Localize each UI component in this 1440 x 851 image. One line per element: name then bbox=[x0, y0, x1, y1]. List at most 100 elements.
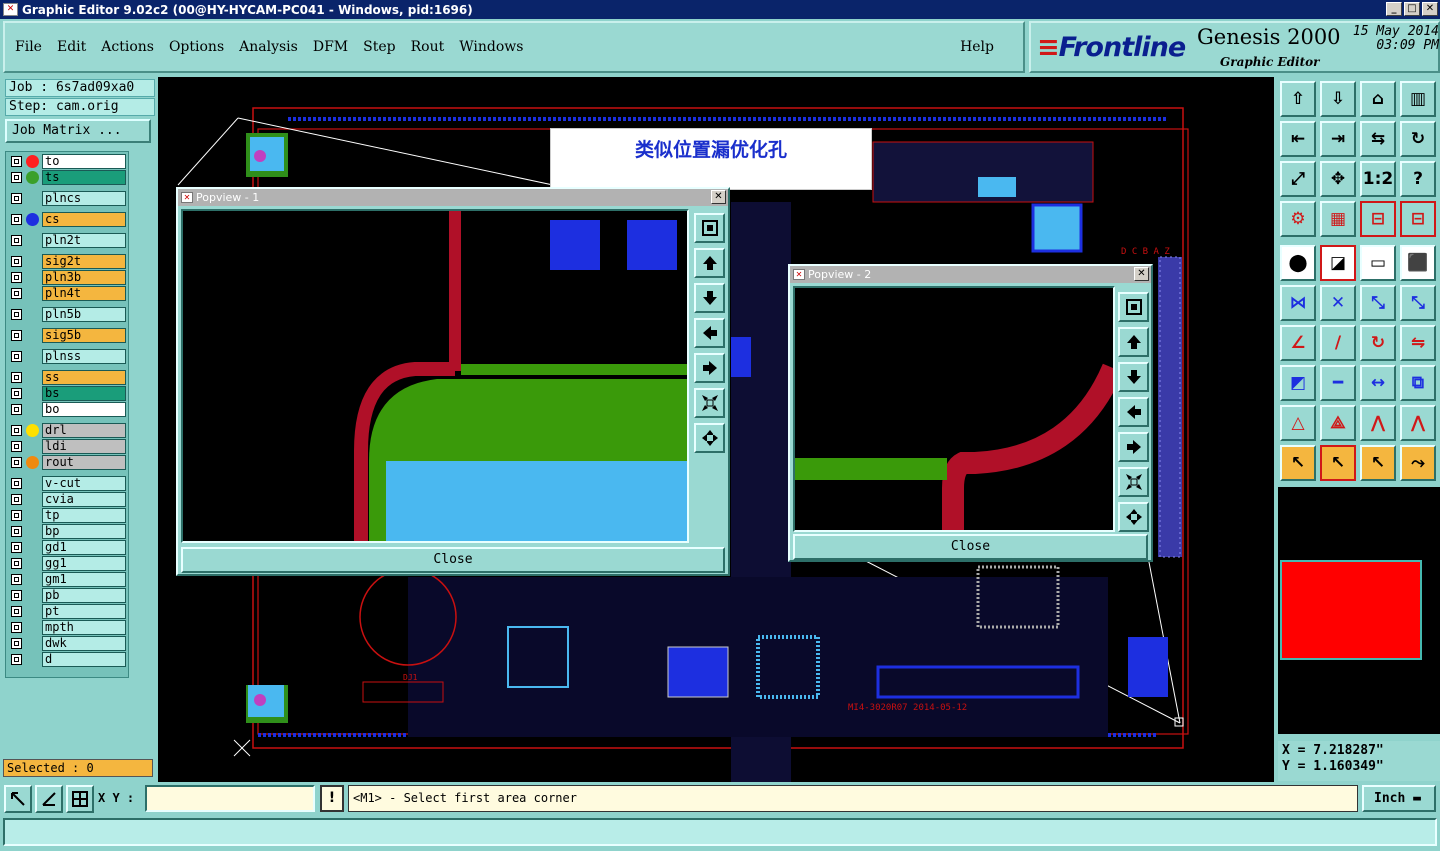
layer-checkbox[interactable] bbox=[11, 526, 22, 537]
layer-checkbox[interactable] bbox=[11, 214, 22, 225]
layer-name[interactable]: sig5b bbox=[42, 328, 126, 343]
layer-checkbox[interactable] bbox=[11, 288, 22, 299]
popview-1-zoom-out-icon[interactable] bbox=[694, 388, 725, 418]
layer-color-dot[interactable] bbox=[26, 171, 39, 184]
menu-rout[interactable]: Rout bbox=[411, 39, 445, 55]
layer-checkbox[interactable] bbox=[11, 330, 22, 341]
close-window-button[interactable]: ✕ bbox=[1422, 2, 1438, 16]
layer-name[interactable]: gm1 bbox=[42, 572, 126, 587]
layer-compare-icon[interactable]: ⊟ bbox=[1360, 201, 1396, 237]
pad-select-icon[interactable]: ⬤ bbox=[1280, 245, 1316, 281]
layer-checkbox[interactable] bbox=[11, 272, 22, 283]
xy-input[interactable] bbox=[145, 785, 315, 812]
popview-2-zoom-out-icon[interactable] bbox=[1118, 467, 1149, 497]
feature-icon[interactable]: ◩ bbox=[1280, 365, 1316, 401]
layer-name[interactable]: d bbox=[42, 652, 126, 667]
group-icon[interactable]: ⧉ bbox=[1400, 365, 1436, 401]
mirror-icon[interactable]: ⇆ bbox=[1360, 121, 1396, 157]
popview-2-pan-up-icon[interactable] bbox=[1118, 327, 1149, 357]
popview-1-pan-left-icon[interactable] bbox=[694, 318, 725, 348]
layer-row-sig2t[interactable]: sig2t bbox=[8, 254, 128, 269]
grid-icon[interactable] bbox=[66, 785, 94, 813]
layer-checkbox[interactable] bbox=[11, 404, 22, 415]
menu-analysis[interactable]: Analysis bbox=[239, 39, 298, 55]
menu-file[interactable]: File bbox=[15, 39, 42, 55]
pad-route-alt-icon[interactable]: ⤡ bbox=[1400, 285, 1436, 321]
popview-1-pan-right-icon[interactable] bbox=[694, 353, 725, 383]
layer-row-gd1[interactable]: gd1 bbox=[8, 540, 128, 555]
minus-icon[interactable]: ━ bbox=[1320, 365, 1356, 401]
grid-view-icon[interactable]: ▦ bbox=[1320, 201, 1356, 237]
copy-left-icon[interactable]: ⇤ bbox=[1280, 121, 1316, 157]
triangle-bold-icon[interactable]: ⟁ bbox=[1320, 405, 1356, 441]
snap-icon[interactable] bbox=[4, 785, 32, 813]
layer-row-v-cut[interactable]: v-cut bbox=[8, 476, 128, 491]
job-matrix-button[interactable]: Job Matrix ... bbox=[5, 119, 151, 143]
layer-row-plncs[interactable]: plncs bbox=[8, 191, 128, 206]
layer-checkbox[interactable] bbox=[11, 441, 22, 452]
circle-select-icon[interactable]: ⬛ bbox=[1400, 245, 1436, 281]
layer-name[interactable]: pln3b bbox=[42, 270, 126, 285]
layer-name[interactable]: gg1 bbox=[42, 556, 126, 571]
layer-name[interactable]: cvia bbox=[42, 492, 126, 507]
maximize-button[interactable]: □ bbox=[1404, 2, 1420, 16]
alert-icon[interactable]: ! bbox=[320, 785, 344, 812]
layer-name[interactable]: rout bbox=[42, 455, 126, 470]
layer-name[interactable]: pt bbox=[42, 604, 126, 619]
layer-checkbox[interactable] bbox=[11, 457, 22, 468]
menu-edit[interactable]: Edit bbox=[57, 39, 86, 55]
layer-color-dot[interactable] bbox=[26, 424, 39, 437]
layer-name[interactable]: pln5b bbox=[42, 307, 126, 322]
layer-checkbox[interactable] bbox=[11, 388, 22, 399]
layer-checkbox[interactable] bbox=[11, 478, 22, 489]
layer-checkbox[interactable] bbox=[11, 256, 22, 267]
layer-name[interactable]: mpth bbox=[42, 620, 126, 635]
copy-right-icon[interactable]: ⇥ bbox=[1320, 121, 1356, 157]
triangle-icon[interactable]: △ bbox=[1280, 405, 1316, 441]
popview-2-fit-icon[interactable] bbox=[1118, 292, 1149, 322]
layer-name[interactable]: pln4t bbox=[42, 286, 126, 301]
layer-checkbox[interactable] bbox=[11, 494, 22, 505]
layer-row-pln2t[interactable]: pln2t bbox=[8, 233, 128, 248]
layer-checkbox[interactable] bbox=[11, 558, 22, 569]
layer-checkbox[interactable] bbox=[11, 425, 22, 436]
menu-options[interactable]: Options bbox=[169, 39, 224, 55]
layer-row-tp[interactable]: tp bbox=[8, 508, 128, 523]
dimension-icon[interactable]: ↔ bbox=[1360, 365, 1396, 401]
layer-name[interactable]: dwk bbox=[42, 636, 126, 651]
layer-checkbox[interactable] bbox=[11, 542, 22, 553]
connect-icon[interactable]: ⤳ bbox=[1400, 445, 1436, 481]
layer-checkbox[interactable] bbox=[11, 235, 22, 246]
layer-row-pt[interactable]: pt bbox=[8, 604, 128, 619]
popview-1-x-button[interactable]: ✕ bbox=[711, 190, 726, 204]
menu-dfm[interactable]: DFM bbox=[313, 39, 348, 55]
arc-icon[interactable]: ⋀ bbox=[1360, 405, 1396, 441]
popview-2-pan-right-icon[interactable] bbox=[1118, 432, 1149, 462]
layer-row-mpth[interactable]: mpth bbox=[8, 620, 128, 635]
layer-row-bs[interactable]: bs bbox=[8, 386, 128, 401]
layer-color-dot[interactable] bbox=[26, 155, 39, 168]
layer-name[interactable]: bs bbox=[42, 386, 126, 401]
move-up-icon[interactable]: ⇧ bbox=[1280, 81, 1316, 117]
layer-row-to[interactable]: to bbox=[8, 154, 128, 169]
slash-icon[interactable]: / bbox=[1320, 325, 1356, 361]
layer-name[interactable]: gd1 bbox=[42, 540, 126, 555]
layer-name[interactable]: cs bbox=[42, 212, 126, 227]
pointer-square-icon[interactable]: ↖ bbox=[1360, 445, 1396, 481]
popview-2-zoom-in-icon[interactable] bbox=[1118, 502, 1149, 532]
layer-name[interactable]: bp bbox=[42, 524, 126, 539]
layer-name[interactable]: sig2t bbox=[42, 254, 126, 269]
tool-settings-icon[interactable]: ⚙ bbox=[1280, 201, 1316, 237]
layer-compare-alt-icon[interactable]: ⊟ bbox=[1400, 201, 1436, 237]
layer-row-rout[interactable]: rout bbox=[8, 455, 128, 470]
popview-2-pan-down-icon[interactable] bbox=[1118, 362, 1149, 392]
unit-selector[interactable]: Inch ▬ bbox=[1362, 785, 1436, 812]
layer-checkbox[interactable] bbox=[11, 351, 22, 362]
layer-row-gg1[interactable]: gg1 bbox=[8, 556, 128, 571]
layer-row-gm1[interactable]: gm1 bbox=[8, 572, 128, 587]
layer-checkbox[interactable] bbox=[11, 172, 22, 183]
layer-name[interactable]: pln2t bbox=[42, 233, 126, 248]
measure-icon[interactable] bbox=[35, 785, 63, 813]
minimize-button[interactable]: _ bbox=[1386, 2, 1402, 16]
layer-checkbox[interactable] bbox=[11, 590, 22, 601]
